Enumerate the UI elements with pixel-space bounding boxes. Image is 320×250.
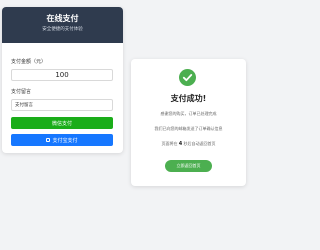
success-message-thanks: 感谢您的购买，订单已处理完成 [160,111,217,116]
payment-card: 在线支付 安全便捷的支付体验 支付金额（元） 支付留言 微信支付 支付宝支付 [2,7,123,153]
wallet-icon [46,138,51,142]
return-home-button[interactable]: 立即返回首页 [165,160,212,172]
alipay-button[interactable]: 支付宝支付 [11,134,113,146]
payment-title: 在线支付 [46,14,79,23]
wechat-pay-button[interactable]: 微信支付 [11,117,113,129]
wechat-pay-label: 微信支付 [51,120,72,127]
success-message-email: 我们已向您的邮箱发送了订单确认信息 [154,126,223,131]
success-title: 支付成功! [170,94,207,103]
success-card: 支付成功! 感谢您的购买，订单已处理完成 我们已向您的邮箱发送了订单确认信息 页… [131,59,246,186]
payment-form: 支付金额（元） 支付留言 微信支付 支付宝支付 [2,59,123,146]
amount-input[interactable] [11,69,113,81]
countdown-message: 页面将在 4 秒后自动返回首页 [131,141,246,147]
note-input[interactable] [11,99,113,111]
countdown-suffix: 秒后自动返回首页 [183,141,216,146]
countdown-prefix: 页面将在 [161,141,178,146]
countdown-seconds: 4 [178,141,183,147]
payment-subtitle: 安全便捷的支付体验 [42,27,83,32]
note-label: 支付留言 [11,89,32,95]
success-check-icon [179,69,196,86]
amount-label: 支付金额（元） [11,59,47,65]
payment-header: 在线支付 安全便捷的支付体验 [2,7,123,43]
alipay-label: 支付宝支付 [52,137,78,144]
